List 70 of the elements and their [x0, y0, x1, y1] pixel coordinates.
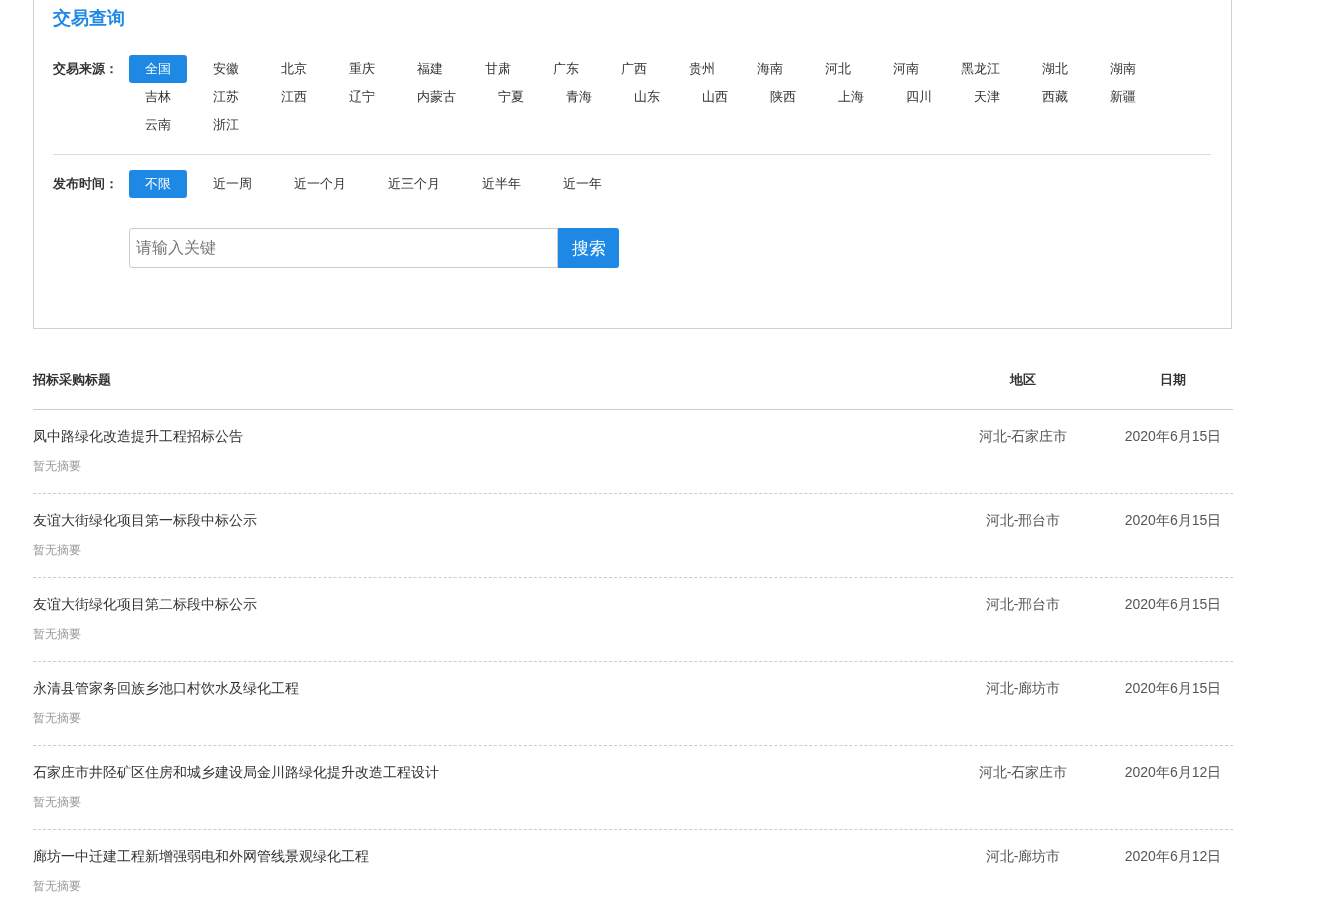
- region-option[interactable]: 黑龙江: [945, 55, 1016, 83]
- region-cell-text: 河北-石家庄市: [977, 763, 1069, 781]
- region-option[interactable]: 山西: [686, 83, 744, 111]
- region-option[interactable]: 重庆: [333, 55, 391, 83]
- region-option[interactable]: 新疆: [1094, 83, 1152, 111]
- region-option[interactable]: 辽宁: [333, 83, 391, 111]
- time-option[interactable]: 近半年: [466, 170, 537, 198]
- summary-text: 暂无摘要: [33, 542, 81, 558]
- region-option[interactable]: 北京: [265, 55, 323, 83]
- region-cell-text: 河北-邢台市: [984, 595, 1062, 613]
- region-option[interactable]: 云南: [129, 111, 187, 139]
- notice-title-link[interactable]: 廊坊一中迁建工程新增强弱电和外网管线景观绿化工程: [33, 847, 369, 865]
- region-option[interactable]: 广东: [537, 55, 595, 83]
- notice-title-link[interactable]: 凤中路绿化改造提升工程招标公告: [33, 427, 243, 445]
- notice-title-link[interactable]: 石家庄市井陉矿区住房和城乡建设局金川路绿化提升改造工程设计: [33, 763, 439, 781]
- date-cell-text: 2020年6月15日: [1123, 427, 1223, 445]
- column-header: 地区: [1008, 371, 1037, 389]
- time-option[interactable]: 近一年: [547, 170, 618, 198]
- time-option[interactable]: 不限: [129, 170, 187, 198]
- search-button[interactable]: 搜索: [558, 228, 619, 268]
- region-cell-text: 河北-石家庄市: [977, 427, 1069, 445]
- time-option[interactable]: 近三个月: [372, 170, 456, 198]
- summary-text: 暂无摘要: [33, 794, 81, 810]
- filter-label: 交易来源：: [53, 60, 119, 78]
- region-option[interactable]: 内蒙古: [401, 83, 472, 111]
- region-option[interactable]: 西藏: [1026, 83, 1084, 111]
- region-option[interactable]: 湖南: [1094, 55, 1152, 83]
- date-cell-text: 2020年6月12日: [1123, 763, 1223, 781]
- date-cell-text: 2020年6月12日: [1123, 847, 1223, 865]
- summary-text: 暂无摘要: [33, 878, 81, 894]
- region-option[interactable]: 陕西: [754, 83, 812, 111]
- summary-text: 暂无摘要: [33, 458, 81, 474]
- search-field[interactable]: 请输入关键: [129, 228, 558, 268]
- notice-title-link[interactable]: 友谊大街绿化项目第二标段中标公示: [33, 595, 257, 613]
- region-option[interactable]: 全国: [129, 55, 187, 83]
- region-option[interactable]: 福建: [401, 55, 459, 83]
- notice-title-link[interactable]: 友谊大街绿化项目第一标段中标公示: [33, 511, 257, 529]
- time-option[interactable]: 近一周: [197, 170, 268, 198]
- region-cell-text: 河北-廊坊市: [984, 847, 1062, 865]
- region-option[interactable]: 河南: [877, 55, 935, 83]
- region-option[interactable]: 安徽: [197, 55, 255, 83]
- region-option[interactable]: 甘肃: [469, 55, 527, 83]
- date-cell-text: 2020年6月15日: [1123, 595, 1223, 613]
- region-option[interactable]: 江西: [265, 83, 323, 111]
- time-option[interactable]: 近一个月: [278, 170, 362, 198]
- region-option[interactable]: 吉林: [129, 83, 187, 111]
- date-cell-text: 2020年6月15日: [1123, 679, 1223, 697]
- summary-text: 暂无摘要: [33, 710, 81, 726]
- column-header: 招标采购标题: [33, 371, 111, 389]
- region-cell-text: 河北-廊坊市: [984, 679, 1062, 697]
- date-cell-text: 2020年6月15日: [1123, 511, 1223, 529]
- region-option[interactable]: 湖北: [1026, 55, 1084, 83]
- region-option[interactable]: 海南: [741, 55, 799, 83]
- filter-label: 发布时间：: [53, 175, 119, 193]
- region-option[interactable]: 山东: [618, 83, 676, 111]
- region-option[interactable]: 四川: [890, 83, 948, 111]
- column-header: 日期: [1159, 371, 1187, 389]
- region-option[interactable]: 浙江: [197, 111, 255, 139]
- region-cell-text: 河北-邢台市: [984, 511, 1062, 529]
- region-option[interactable]: 江苏: [197, 83, 255, 111]
- notice-title-link[interactable]: 永清县管家务回族乡池口村饮水及绿化工程: [33, 679, 299, 697]
- panel-title: 交易查询: [53, 7, 126, 30]
- region-option[interactable]: 贵州: [673, 55, 731, 83]
- region-option[interactable]: 天津: [958, 83, 1016, 111]
- region-option[interactable]: 宁夏: [482, 83, 540, 111]
- region-option[interactable]: 河北: [809, 55, 867, 83]
- summary-text: 暂无摘要: [33, 626, 81, 642]
- region-option[interactable]: 青海: [550, 83, 608, 111]
- region-option[interactable]: 广西: [605, 55, 663, 83]
- region-option[interactable]: 上海: [822, 83, 880, 111]
